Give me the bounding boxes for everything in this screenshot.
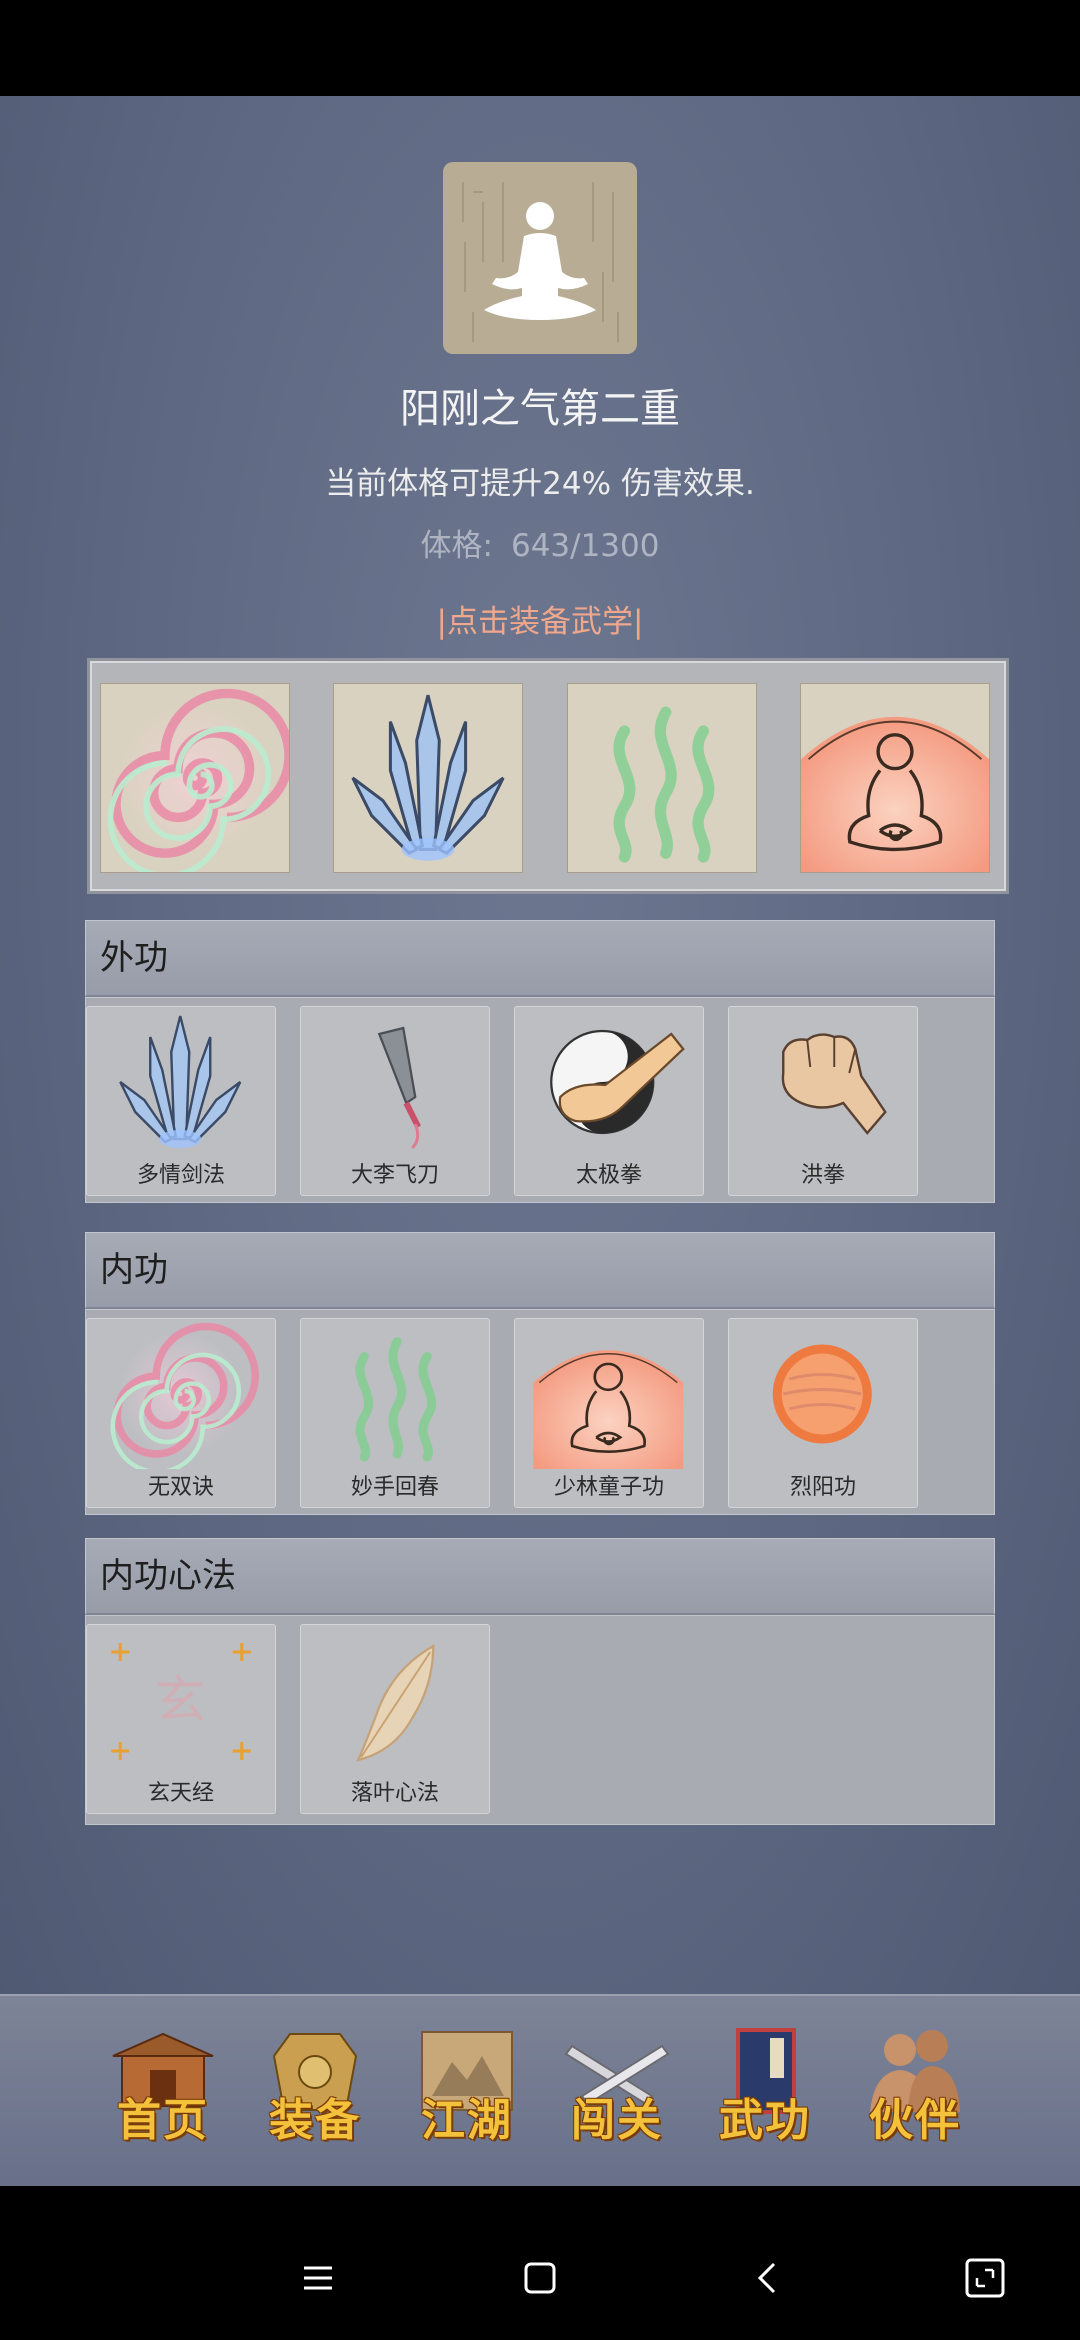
skill-label: 洪拳 <box>800 1163 845 1188</box>
taiji-fist-icon <box>550 1029 685 1135</box>
realm-description: 当前体格可提升24% 伤害效果. <box>325 466 755 502</box>
skill-card[interactable]: 大李飞刀 <box>300 1006 490 1196</box>
sword-fan-icon <box>119 1014 242 1150</box>
home-icon[interactable] <box>510 2248 570 2308</box>
nav-challenge[interactable]: 闯关 <box>552 2026 682 2156</box>
buddha-icon <box>531 1348 685 1469</box>
physique-value: 643/1300 <box>510 528 660 564</box>
game-screen: 阳刚之气第二重 当前体格可提升24% 伤害效果. 体格: 643/1300 |点击… <box>0 96 1080 2186</box>
skill-label: 无双诀 <box>147 1475 214 1500</box>
nav-home[interactable]: 首页 <box>98 2026 228 2156</box>
screenshot-icon[interactable] <box>955 2248 1015 2308</box>
equipped-skills-panel <box>87 658 1009 894</box>
skill-label: 妙手回春 <box>350 1475 439 1500</box>
skill-label: 太极拳 <box>575 1163 642 1188</box>
equip-skills-link[interactable]: |点击装备武学| <box>0 596 1080 641</box>
nav-label: 伙伴 <box>869 2095 961 2146</box>
bottom-nav: 首页 装备 江湖 闯关 武功 伙伴 <box>0 1994 1080 2186</box>
equipped-slot-4[interactable] <box>800 683 990 873</box>
nav-label: 江湖 <box>421 2095 513 2146</box>
skill-card[interactable]: 洪拳 <box>728 1006 918 1196</box>
meditation-icon <box>443 162 637 354</box>
spiral-icon <box>101 684 289 872</box>
nav-jianghu[interactable]: 江湖 <box>402 2026 532 2156</box>
skill-card[interactable]: 少林童子功 <box>514 1318 704 1508</box>
buddha-icon <box>801 715 989 872</box>
section-internal: 内功 无双诀 妙手回春 少林童子功 烈阳功 <box>85 1232 995 1515</box>
nav-label: 闯关 <box>571 2095 663 2146</box>
fist-icon <box>781 1033 887 1135</box>
equipped-slot-3[interactable] <box>567 683 757 873</box>
nav-label: 装备 <box>269 2095 361 2146</box>
skill-card[interactable]: 落叶心法 <box>300 1624 490 1814</box>
section-title: 内功 <box>85 1232 995 1309</box>
green-wave-icon <box>301 1319 489 1469</box>
skill-label: 大李飞刀 <box>350 1163 439 1188</box>
system-nav-bar <box>0 2220 1080 2340</box>
sun-orb-icon <box>772 1344 872 1444</box>
nav-equipment[interactable]: 装备 <box>250 2026 380 2156</box>
section-title: 内功心法 <box>85 1538 995 1615</box>
physique-label: 体格: <box>420 528 493 564</box>
section-mind-method: 内功心法 玄 玄天经 落叶心法 <box>85 1538 995 1825</box>
leaf-icon <box>356 1644 435 1762</box>
section-external: 外功 多情剑法 大李飞刀 太极拳 洪拳 <box>85 920 995 1203</box>
nav-label: 武功 <box>719 2095 811 2146</box>
skill-card[interactable]: 无双诀 <box>86 1318 276 1508</box>
nav-label: 首页 <box>117 2095 209 2146</box>
realm-title: 阳刚之气第二重 <box>400 386 680 432</box>
back-icon[interactable] <box>738 2248 798 2308</box>
equipped-slot-1[interactable] <box>100 683 290 873</box>
flying-knife-icon <box>377 1026 421 1150</box>
skill-card[interactable]: 多情剑法 <box>86 1006 276 1196</box>
nav-partners[interactable]: 伙伴 <box>850 2026 980 2156</box>
skill-card[interactable]: 玄 玄天经 <box>86 1624 276 1814</box>
nav-martial-arts[interactable]: 武功 <box>700 2026 830 2156</box>
sword-fan-icon <box>351 693 505 863</box>
equipped-slot-2[interactable] <box>333 683 523 873</box>
green-wave-icon <box>568 684 756 872</box>
skill-label: 玄天经 <box>147 1781 214 1806</box>
section-grid: 多情剑法 大李飞刀 太极拳 洪拳 <box>85 997 995 1203</box>
skill-label: 少林童子功 <box>553 1475 664 1500</box>
skill-card[interactable]: 烈阳功 <box>728 1318 918 1508</box>
section-title: 外功 <box>85 920 995 997</box>
section-grid: 无双诀 妙手回春 少林童子功 烈阳功 <box>85 1309 995 1515</box>
xuan-glyph: 玄 <box>155 1672 206 1731</box>
xuan-scroll-icon: 玄 <box>111 1643 251 1760</box>
skill-card[interactable]: 太极拳 <box>514 1006 704 1196</box>
physique-stat: 体格: 643/1300 <box>0 520 1080 565</box>
skill-label: 烈阳功 <box>789 1475 856 1500</box>
menu-icon[interactable] <box>286 2248 346 2308</box>
skill-card[interactable]: 妙手回春 <box>300 1318 490 1508</box>
spiral-icon <box>87 1319 275 1469</box>
section-grid: 玄 玄天经 落叶心法 <box>85 1615 995 1825</box>
skill-label: 多情剑法 <box>136 1163 225 1188</box>
skill-label: 落叶心法 <box>350 1781 439 1806</box>
